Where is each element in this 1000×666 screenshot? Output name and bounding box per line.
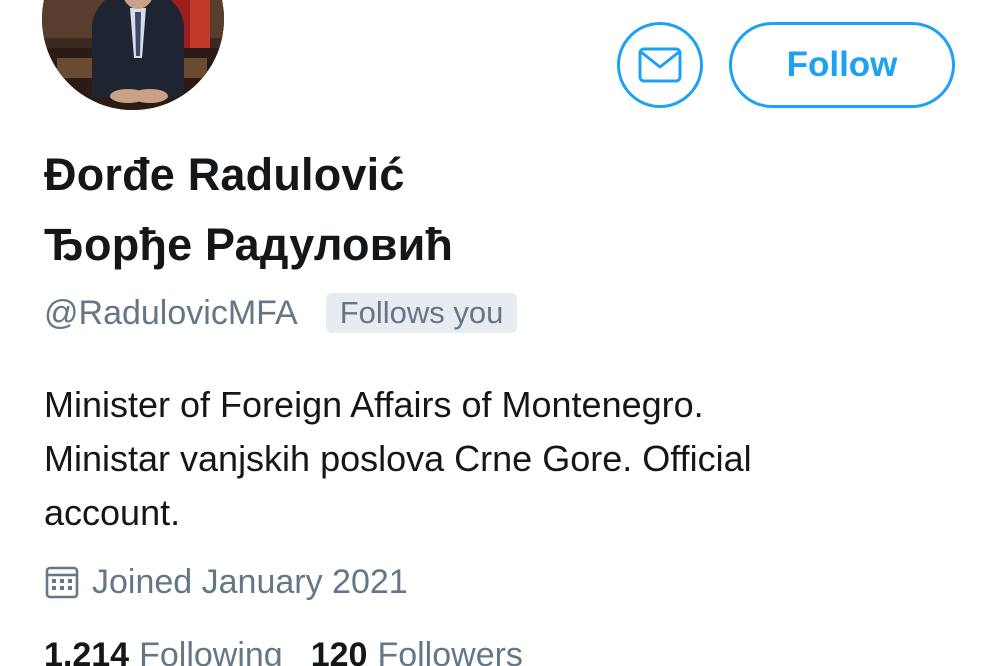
follow-button-label: Follow [786,45,898,84]
follow-stats: 1,214 Following 120 Followers [44,636,523,666]
bio-line: Ministar vanjskih poslova Crne Gore. Off… [44,438,752,479]
message-button[interactable] [617,22,703,108]
profile-page: Follow Đorđe Radulović Ђорђе Радуловић @… [0,0,1000,666]
user-handle: @RadulovicMFA [44,293,298,332]
joined-date-row: Joined January 2021 [44,560,408,604]
profile-bio: Minister of Foreign Affairs of Montenegr… [44,378,944,540]
handle-row: @RadulovicMFA Follows you [44,292,518,334]
calendar-icon [45,566,79,599]
following-link[interactable]: 1,214 Following [44,636,283,666]
followers-link[interactable]: 120 Followers [311,636,523,666]
display-name-latin: Đorđe Radulović [44,149,405,200]
follow-button[interactable]: Follow [729,22,955,108]
follows-you-badge: Follows you [325,293,518,333]
followers-count: 120 [310,636,368,666]
display-name-cyrillic: Ђорђе Радуловић [44,219,454,270]
bio-line: account. [44,492,181,533]
avatar-photo [42,0,224,110]
profile-avatar[interactable] [42,0,224,110]
bio-line: Minister of Foreign Affairs of Montenegr… [44,384,704,425]
followers-label: Followers [377,636,523,666]
following-label: Following [139,636,283,666]
joined-date: Joined January 2021 [92,562,408,601]
following-count: 1,214 [44,636,130,666]
envelope-icon [638,47,682,83]
